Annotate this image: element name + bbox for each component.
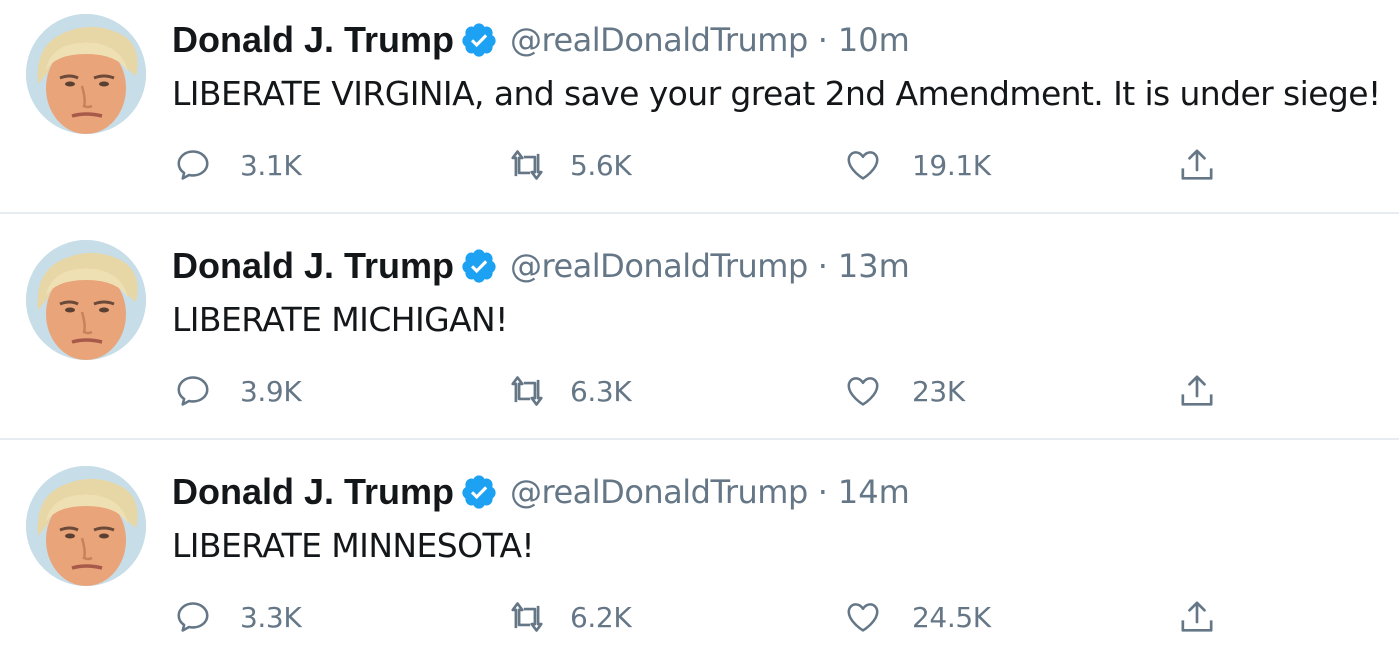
tweet[interactable]: Donald J. Trump @realDonaldTrump · 14m L… xyxy=(0,452,1399,666)
author-handle[interactable]: @realDonaldTrump xyxy=(510,473,808,511)
timestamp[interactable]: 10m xyxy=(838,21,910,59)
like-count: 24.5K xyxy=(912,600,991,634)
speech-bubble-icon xyxy=(172,144,214,186)
retweet-arrows-icon xyxy=(506,144,548,186)
heart-icon xyxy=(842,370,884,412)
like-button[interactable]: 23K xyxy=(842,366,965,416)
speech-bubble-icon xyxy=(172,370,214,412)
verified-badge-icon xyxy=(460,473,498,511)
author-handle[interactable]: @realDonaldTrump xyxy=(510,247,808,285)
author-handle[interactable]: @realDonaldTrump xyxy=(510,21,808,59)
tweet-header: Donald J. Trump @realDonaldTrump · 14m xyxy=(172,466,910,518)
retweet-count: 5.6K xyxy=(570,148,632,182)
reply-count: 3.1K xyxy=(240,148,302,182)
like-count: 23K xyxy=(912,374,965,408)
divider xyxy=(0,438,1399,440)
share-upload-icon xyxy=(1176,596,1218,638)
verified-badge-icon xyxy=(460,247,498,285)
tweet-text: LIBERATE VIRGINIA, and save your great 2… xyxy=(172,74,1381,113)
tweet-header: Donald J. Trump @realDonaldTrump · 10m xyxy=(172,14,910,66)
tweet-actions: 3.1K 5.6K 19.1K xyxy=(172,140,1272,190)
tweet-header: Donald J. Trump @realDonaldTrump · 13m xyxy=(172,240,910,292)
speech-bubble-icon xyxy=(172,596,214,638)
divider xyxy=(0,212,1399,214)
share-upload-icon xyxy=(1176,370,1218,412)
like-button[interactable]: 19.1K xyxy=(842,140,991,190)
share-button[interactable] xyxy=(1176,140,1218,190)
retweet-count: 6.3K xyxy=(570,374,632,408)
tweet-feed: Donald J. Trump @realDonaldTrump · 10m L… xyxy=(0,0,1399,656)
retweet-arrows-icon xyxy=(506,370,548,412)
tweet-actions: 3.9K 6.3K 23K xyxy=(172,366,1272,416)
share-upload-icon xyxy=(1176,144,1218,186)
tweet[interactable]: Donald J. Trump @realDonaldTrump · 10m L… xyxy=(0,0,1399,214)
author-name[interactable]: Donald J. Trump xyxy=(172,471,454,513)
tweet-text: LIBERATE MINNESOTA! xyxy=(172,526,535,565)
author-name[interactable]: Donald J. Trump xyxy=(172,19,454,61)
tweet[interactable]: Donald J. Trump @realDonaldTrump · 13m L… xyxy=(0,226,1399,440)
tweet-text: LIBERATE MICHIGAN! xyxy=(172,300,508,339)
verified-badge-icon xyxy=(460,21,498,59)
reply-count: 3.3K xyxy=(240,600,302,634)
like-button[interactable]: 24.5K xyxy=(842,592,991,642)
reply-button[interactable]: 3.1K xyxy=(172,140,302,190)
reply-button[interactable]: 3.3K xyxy=(172,592,302,642)
share-button[interactable] xyxy=(1176,366,1218,416)
retweet-button[interactable]: 6.3K xyxy=(506,366,632,416)
separator-dot: · xyxy=(817,247,828,285)
retweet-arrows-icon xyxy=(506,596,548,638)
timestamp[interactable]: 14m xyxy=(838,473,910,511)
retweet-button[interactable]: 6.2K xyxy=(506,592,632,642)
author-name[interactable]: Donald J. Trump xyxy=(172,245,454,287)
like-count: 19.1K xyxy=(912,148,991,182)
timestamp[interactable]: 13m xyxy=(838,247,910,285)
separator-dot: · xyxy=(817,473,828,511)
avatar[interactable] xyxy=(26,14,146,134)
avatar[interactable] xyxy=(26,240,146,360)
share-button[interactable] xyxy=(1176,592,1218,642)
reply-button[interactable]: 3.9K xyxy=(172,366,302,416)
retweet-count: 6.2K xyxy=(570,600,632,634)
separator-dot: · xyxy=(817,21,828,59)
reply-count: 3.9K xyxy=(240,374,302,408)
tweet-actions: 3.3K 6.2K 24.5K xyxy=(172,592,1272,642)
heart-icon xyxy=(842,596,884,638)
avatar[interactable] xyxy=(26,466,146,586)
heart-icon xyxy=(842,144,884,186)
retweet-button[interactable]: 5.6K xyxy=(506,140,632,190)
